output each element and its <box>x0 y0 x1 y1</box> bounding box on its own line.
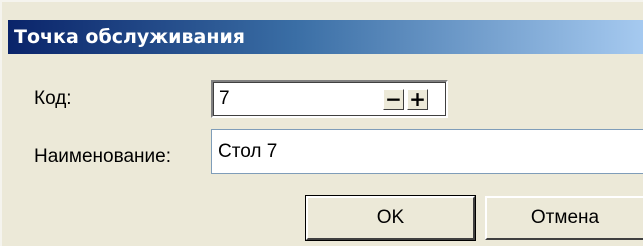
cancel-button[interactable]: Отмена <box>485 196 643 240</box>
name-input[interactable] <box>211 129 643 174</box>
code-label: Код: <box>34 88 72 109</box>
increment-button[interactable]: + <box>407 89 428 110</box>
name-field-wrapper <box>211 129 643 174</box>
code-field[interactable]: 7 − + <box>211 80 448 118</box>
title-bar[interactable]: Точка обслуживания <box>8 20 643 54</box>
decrement-button[interactable]: − <box>383 89 404 110</box>
code-value[interactable]: 7 <box>219 84 230 114</box>
service-point-dialog: Точка обслуживания Код: 7 − + Наименован… <box>0 0 643 246</box>
name-label: Наименование: <box>34 146 171 167</box>
ok-button[interactable]: OK <box>305 195 476 241</box>
dialog-title: Точка обслуживания <box>14 26 245 48</box>
